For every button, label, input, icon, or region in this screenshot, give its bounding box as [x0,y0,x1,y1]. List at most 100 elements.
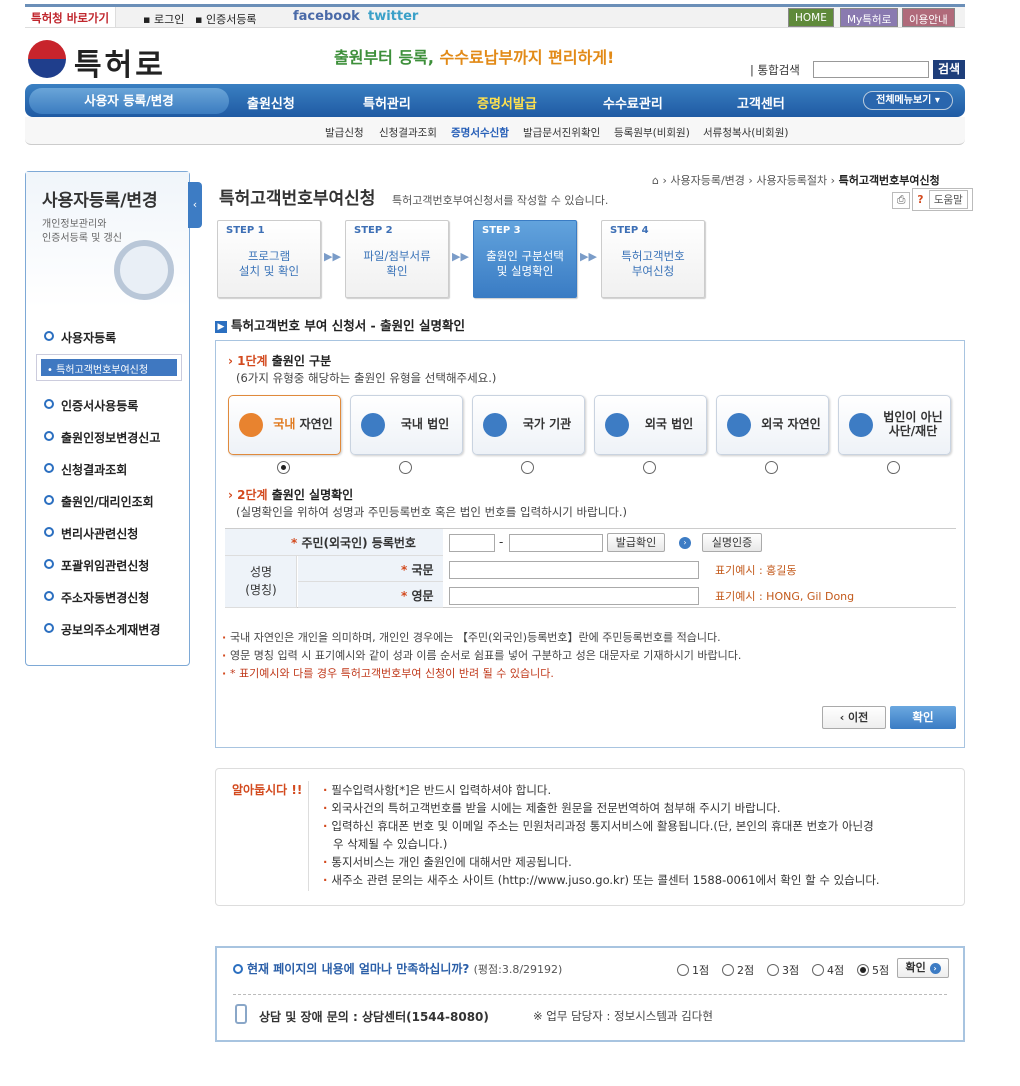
notice-box: 알아둡시다 !! 필수입력사항[*]은 반드시 입력하셔야 합니다. 외국사건의… [215,768,965,906]
cert-register-link[interactable]: ▪ 인증서등록 [195,11,257,27]
section-title: 특허고객번호 부여 신청서 - 출원인 실명확인 [215,315,465,334]
page-title: 특허고객번호부여신청 [219,189,376,209]
padlock-icon [114,240,174,300]
type-radio-1[interactable] [277,461,290,474]
nav-user-register[interactable]: 사용자 등록/변경 [29,88,229,114]
sidebar-collapse-icon[interactable]: ‹ [188,182,202,228]
stage1-title: 1단계 출원인 구분 [228,352,331,369]
sidebar-item-user-register[interactable]: 사용자등록 [44,329,116,346]
login-link[interactable]: ▪ 로그인 [143,11,184,27]
sidebar-subitem-selected[interactable]: • 특허고객번호부여신청 [36,354,182,381]
identity-form: * 주민(외국인) 등록번호 - 발급확인 › 실명인증 성명 (명칭) * 국문… [225,528,956,608]
korean-name-label: * 국문 [401,563,434,577]
prev-button[interactable]: ‹ 이전 [822,706,886,729]
survey-option-4[interactable]: 4점 [812,962,844,978]
survey-option-2[interactable]: 2점 [722,962,754,978]
subnav-document-copy[interactable]: 서류청복사(비회원) [703,125,788,140]
sub-nav: 발급신청 신청결과조회 증명서수신함 발급문서진위확인 등록원부(비회원) 서류… [25,117,965,145]
subnav-register-ledger[interactable]: 등록원부(비회원) [614,125,690,140]
nav-application[interactable]: 출원신청 [247,93,295,112]
arrow-circle-icon: › [679,537,691,549]
issue-confirm-button[interactable]: 발급확인 [607,533,665,552]
nav-patent-manage[interactable]: 특허관리 [363,93,411,112]
guide-button[interactable]: 이용안내 [902,8,955,27]
nav-customer-center[interactable]: 고객센터 [737,93,785,112]
sidebar-header: 사용자등록/변경 개인정보관리와 인증서등록 및 갱신 [26,172,189,308]
kipo-shortcut-link[interactable]: 특허청 바로가기 [25,7,117,27]
type-domestic-corp[interactable]: 국내 법인 [350,395,463,455]
national-emblem-icon [483,413,507,437]
logo-text: 특허로 [74,48,166,83]
subnav-authenticity[interactable]: 발급문서진위확인 [523,125,600,140]
sidebar-item-gazette-address[interactable]: 공보의주소게재변경 [44,621,160,638]
english-name-input[interactable] [449,587,699,605]
guide-bullet-2: 영문 명칭 입력 시 표기예시와 같이 성과 이름 순서로 쉼표를 넣어 구분하… [222,647,741,663]
real-name-verify-button[interactable]: 실명인증 [702,533,762,552]
type-radio-4[interactable] [643,461,656,474]
rrn-front-input[interactable] [449,534,495,552]
survey-option-1[interactable]: 1점 [677,962,709,978]
type-radio-5[interactable] [765,461,778,474]
type-radio-2[interactable] [399,461,412,474]
step-arrow-icon: ▶▶ [452,250,469,263]
notice-title: 알아둡시다 !! [232,783,303,797]
type-foreign-person[interactable]: 외국 자연인 [716,395,829,455]
sidebar-item-result-inquiry[interactable]: 신청결과조회 [44,461,127,478]
notice-line: 통지서비스는 개인 출원인에 대해서만 제공됩니다. [323,855,953,870]
survey-option-5[interactable]: 5점 [857,962,889,978]
search-button[interactable]: 검색 [933,60,965,79]
search-input[interactable] [813,61,929,78]
site-logo[interactable]: 특허로 [28,38,168,83]
notice-line-cont: 우 삭제될 수 있습니다.) [333,837,448,851]
globe-person-icon [727,413,751,437]
sidebar-item-address-auto[interactable]: 주소자동변경신청 [44,589,149,606]
sidebar-item-applicant-change[interactable]: 출원인정보변경신고 [44,429,160,446]
english-name-label: * 영문 [401,589,434,603]
top-utility-bar: 특허청 바로가기 ▪ 로그인 ▪ 인증서등록 facebook twitter … [25,4,965,28]
subnav-result-inquiry[interactable]: 신청결과조회 [379,125,437,140]
satisfaction-survey: 현재 페이지의 내용에 얼마나 만족하십니까? (평점:3.8/29192) 1… [215,946,965,1042]
korean-name-input[interactable] [449,561,699,579]
all-menu-button[interactable]: 전체메뉴보기 ▾ [863,91,953,110]
type-radio-3[interactable] [521,461,534,474]
stage2-title: 2단계 출원인 실명확인 [228,486,353,503]
sidebar-title: 사용자등록/변경 [42,191,158,211]
name-label: 성명 (명칭) [245,565,277,597]
subnav-issue-apply[interactable]: 발급신청 [325,125,364,140]
type-association[interactable]: 법인이 아닌 사단/재단 [838,395,951,455]
help-area: ⎙? 도움말 [890,188,973,211]
english-name-example: 표기예시 : HONG, Gil Dong [715,590,855,603]
my-patent-button[interactable]: My특허로 [840,8,899,27]
facebook-link[interactable]: facebook [293,9,360,24]
home-button[interactable]: HOME [788,8,834,27]
type-radio-6[interactable] [887,461,900,474]
type-foreign-corp[interactable]: 외국 법인 [594,395,707,455]
unified-search: | 통합검색 검색 [750,60,965,80]
print-icon[interactable]: ⎙ [892,192,911,209]
confirm-button[interactable]: 확인 [890,706,956,729]
building-columns-icon [849,413,873,437]
search-label: | 통합검색 [750,63,800,77]
stage1-note: (6가지 유형중 해당하는 출원인 유형을 선택해주세요.) [236,371,497,385]
nav-fee-manage[interactable]: 수수료관리 [603,93,663,112]
page-subtitle: 특허고객번호부여신청서를 작성할 수 있습니다. [392,194,609,207]
subnav-cert-inbox[interactable]: 증명서수신함 [451,125,509,140]
type-government[interactable]: 국가 기관 [472,395,585,455]
stage2-note: (실명확인을 위하여 성명과 주민등록번호 혹은 법인 번호를 입력하시기 바랍… [236,505,628,519]
guide-bullet-1: 국내 자연인은 개인을 의미하며, 개인인 경우에는 【주민(외국인)등록번호】… [222,629,721,645]
notice-line: 외국사건의 특허고객번호를 받을 시에는 제출한 원문을 전문번역하여 첨부해 … [323,801,953,816]
sidebar-item-cert-use[interactable]: 인증서사용등록 [44,397,138,414]
nav-certificate[interactable]: 증명서발급 [477,93,537,112]
type-domestic-person[interactable]: 국내 자연인 [228,395,341,455]
rrn-back-input[interactable] [509,534,603,552]
survey-option-3[interactable]: 3점 [767,962,799,978]
korean-name-example: 표기예시 : 홍길동 [715,564,797,577]
sidebar-item-power[interactable]: 포괄위임관련신청 [44,557,149,574]
twitter-link[interactable]: twitter [368,9,418,24]
sidebar-desc: 개인정보관리와 인증서등록 및 갱신 [42,219,122,244]
survey-submit-button[interactable]: 확인 › [897,958,949,978]
help-button[interactable]: ? 도움말 [912,188,973,211]
sidebar-item-agent-inquiry[interactable]: 출원인/대리인조회 [44,493,154,510]
guide-bullet-3: * 표기예시와 다를 경우 특허고객번호부여 신청이 반려 될 수 있습니다. [222,665,554,681]
sidebar-item-attorney[interactable]: 변리사관련신청 [44,525,138,542]
